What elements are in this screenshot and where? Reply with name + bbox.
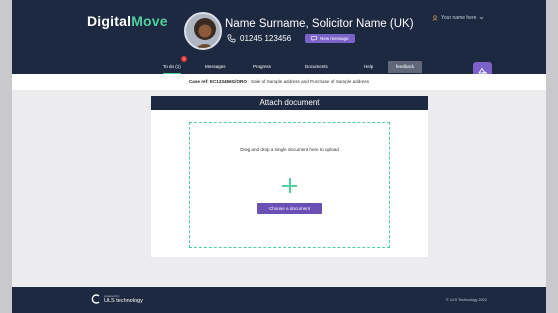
new-message-label: New message	[320, 36, 349, 41]
avatar	[184, 12, 222, 50]
tab-messages[interactable]: Messages	[205, 62, 226, 74]
phone-number[interactable]: 01245 123456	[240, 34, 291, 43]
header: DigitalMove Name Surname, Solicitor Name…	[12, 0, 546, 74]
tab-todo[interactable]: To do (1)	[163, 62, 181, 74]
user-menu[interactable]: Your name here	[432, 15, 484, 21]
dropzone-instruction: Drag and drop a single document here to …	[240, 147, 339, 152]
case-reference-bar: Case ref: EC123456G/ORO - Sale of Sample…	[12, 74, 546, 90]
case-ref-number: Case ref: EC123456G/ORO	[188, 79, 247, 84]
case-ref-description: - Sale of Sample address and Purchase of…	[246, 79, 370, 84]
card-title: Attach document	[151, 96, 428, 110]
attach-document-card: Attach document Drag and drop a single d…	[151, 96, 428, 257]
message-icon	[311, 36, 318, 41]
solicitor-name: Name Surname, Solicitor Name (UK)	[225, 18, 414, 30]
copyright: © ULS Technology 2022	[446, 298, 487, 302]
tab-documents[interactable]: Documents	[305, 62, 328, 74]
chevron-down-icon	[479, 16, 484, 20]
new-message-button[interactable]: New message	[305, 34, 355, 43]
plus-icon	[282, 178, 297, 193]
main-nav: To do (1) Messages Progress Documents He…	[12, 62, 546, 74]
digitalmove-logo[interactable]: DigitalMove	[87, 13, 168, 29]
feedback-button[interactable]: feedback	[388, 61, 422, 73]
uls-logo-text: powered by ULS technology	[104, 294, 143, 304]
uls-logo[interactable]: powered by ULS technology	[91, 294, 143, 304]
footer: powered by ULS technology © ULS Technolo…	[12, 287, 546, 313]
tab-help[interactable]: Help	[364, 62, 373, 74]
logo-text-primary: Digital	[87, 13, 132, 29]
contact-row: 01245 123456 New message	[227, 34, 355, 43]
avatar-photo-icon	[186, 14, 220, 48]
tab-progress[interactable]: Progress	[253, 62, 271, 74]
logo-text-accent: Move	[131, 13, 168, 29]
todo-count-badge: 1	[181, 56, 187, 62]
app-frame: DigitalMove Name Surname, Solicitor Name…	[12, 0, 546, 313]
choose-document-button[interactable]: Choose a document	[257, 203, 322, 214]
uls-logo-icon	[91, 294, 100, 304]
phone-icon	[227, 34, 236, 43]
user-icon	[432, 15, 438, 21]
upload-dropzone[interactable]: Drag and drop a single document here to …	[189, 122, 390, 248]
company-name: ULS technology	[104, 298, 143, 304]
user-name: Your name here	[441, 15, 477, 21]
